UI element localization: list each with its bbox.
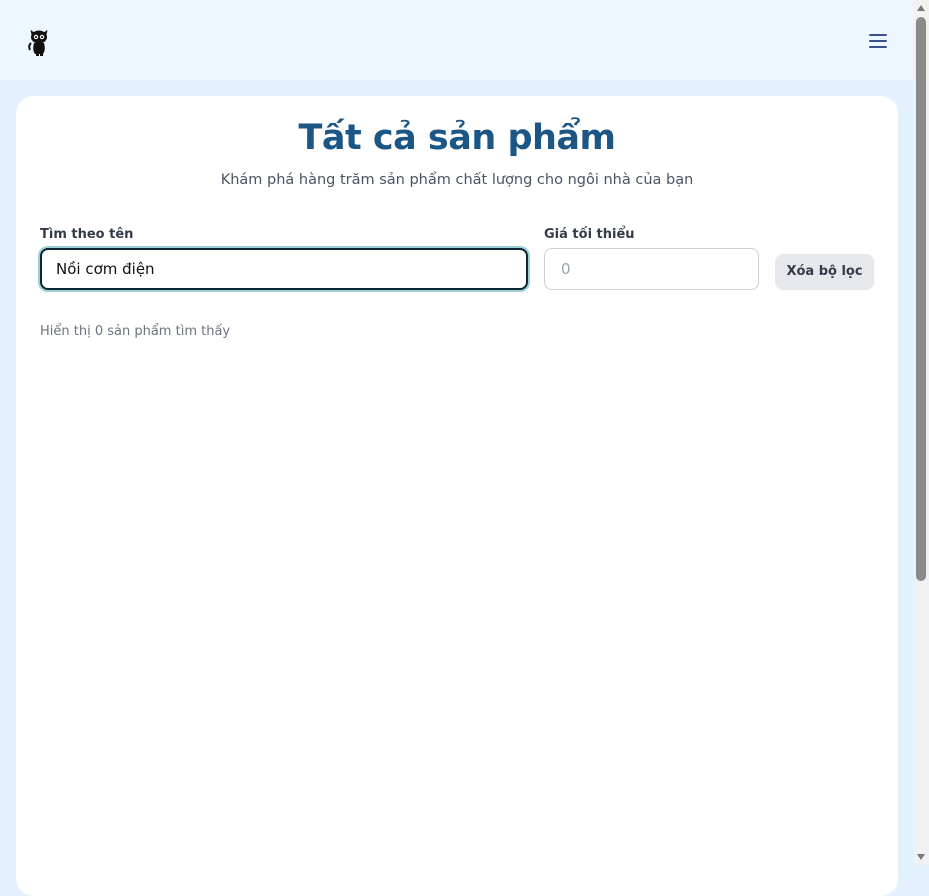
products-card: Tất cả sản phẩm Khám phá hàng trăm sản p… bbox=[16, 96, 898, 896]
scroll-down-arrow-icon[interactable] bbox=[917, 854, 925, 860]
results-summary: Hiển thị 0 sản phẩm tìm thấy bbox=[40, 324, 231, 339]
min-price-input[interactable]: 0 bbox=[544, 248, 759, 290]
page-scrollbar[interactable] bbox=[913, 0, 929, 865]
scroll-up-arrow-icon[interactable] bbox=[917, 5, 925, 11]
top-header bbox=[0, 0, 913, 80]
page-title: Tất cả sản phẩm bbox=[298, 118, 616, 158]
page-subtitle: Khám phá hàng trăm sản phẩm chất lượng c… bbox=[220, 172, 694, 188]
search-name-label: Tìm theo tên bbox=[40, 227, 134, 242]
search-name-input[interactable]: Nồi cơm điện bbox=[40, 248, 528, 290]
cat-logo-icon[interactable] bbox=[27, 26, 51, 56]
hamburger-menu-icon[interactable] bbox=[866, 31, 890, 51]
min-price-label: Giá tối thiểu bbox=[544, 227, 635, 242]
clear-filters-button[interactable]: Xóa bộ lọc bbox=[775, 254, 874, 290]
scrollbar-thumb[interactable] bbox=[916, 17, 926, 581]
